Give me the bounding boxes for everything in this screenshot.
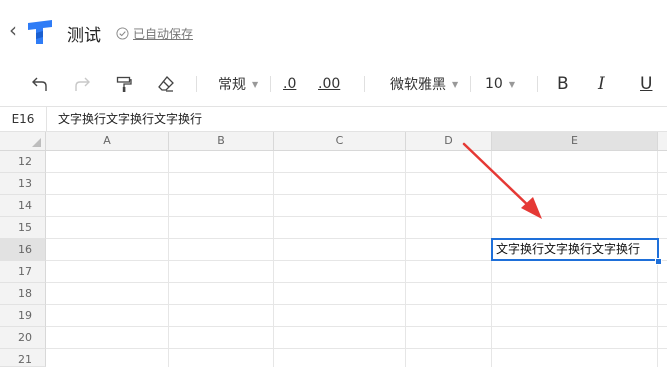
toolbar-divider — [470, 76, 471, 92]
undo-button[interactable] — [31, 73, 49, 95]
increase-decimal-button[interactable]: .00 — [318, 73, 340, 95]
document-title[interactable]: 测试 — [67, 21, 101, 46]
font-size-label: 10 — [485, 76, 503, 92]
toolbar-divider — [537, 76, 538, 92]
row-gridline — [46, 194, 667, 195]
caret-down-icon: ▼ — [252, 79, 259, 89]
spreadsheet-grid[interactable]: A B C D E 12 13 14 15 16 17 18 19 20 21 … — [0, 132, 667, 367]
column-header-e[interactable]: E — [492, 132, 658, 151]
fill-handle[interactable] — [655, 258, 662, 265]
decrease-decimal-label: .0 — [283, 76, 297, 92]
column-header-c[interactable]: C — [274, 132, 406, 151]
app-logo-icon[interactable] — [26, 19, 54, 45]
italic-label: I — [598, 74, 605, 94]
column-gridline — [273, 151, 274, 367]
format-painter-button[interactable] — [115, 73, 133, 95]
row-header-21[interactable]: 21 — [0, 349, 46, 367]
row-header-17[interactable]: 17 — [0, 261, 46, 283]
redo-icon — [75, 77, 90, 91]
caret-down-icon: ▼ — [452, 79, 459, 89]
row-gridline — [46, 216, 667, 217]
row-gridline — [46, 172, 667, 173]
italic-button[interactable]: I — [598, 73, 605, 95]
column-gridline — [168, 151, 169, 367]
check-circle-icon — [116, 27, 129, 40]
redo-button[interactable] — [73, 73, 91, 95]
row-gridline — [46, 304, 667, 305]
toolbar: 常规 ▼ .0 .00 微软雅黑 ▼ 10 ▼ B I U — [0, 62, 667, 107]
row-header-20[interactable]: 20 — [0, 327, 46, 349]
row-header-12[interactable]: 12 — [0, 151, 46, 173]
chevron-left-icon[interactable]: ‹ — [9, 20, 17, 40]
selected-cell-e16[interactable]: 文字换行文字换行文字换行 — [491, 238, 659, 261]
font-size-select[interactable]: 10 ▼ — [485, 73, 515, 95]
row-gridline — [46, 282, 667, 283]
row-header-13[interactable]: 13 — [0, 173, 46, 195]
column-header-a[interactable]: A — [46, 132, 169, 151]
toolbar-divider — [364, 76, 365, 92]
bold-button[interactable]: B — [557, 73, 569, 95]
toolbar-divider — [270, 76, 271, 92]
save-status-text: 已自动保存 — [133, 27, 194, 41]
row-header-16[interactable]: 16 — [0, 239, 46, 261]
undo-icon — [32, 77, 47, 91]
number-format-label: 常规 — [218, 77, 246, 93]
column-header-overflow — [658, 132, 667, 151]
font-family-select[interactable]: 微软雅黑 ▼ — [390, 73, 458, 95]
eraser-icon — [158, 76, 174, 92]
row-gridline — [46, 348, 667, 349]
number-format-select[interactable]: 常规 ▼ — [218, 73, 258, 95]
cell-reference[interactable]: E16 — [0, 107, 47, 131]
font-family-label: 微软雅黑 — [390, 77, 446, 93]
row-header-19[interactable]: 19 — [0, 305, 46, 327]
clear-format-button[interactable] — [157, 73, 175, 95]
bold-label: B — [557, 74, 569, 94]
increase-decimal-label: .00 — [318, 76, 341, 92]
save-status: 已自动保存 — [116, 25, 193, 42]
caret-down-icon: ▼ — [508, 79, 515, 89]
formula-content[interactable]: 文字换行文字换行文字换行 — [58, 107, 202, 131]
underline-label: U — [640, 74, 653, 94]
row-header-18[interactable]: 18 — [0, 283, 46, 305]
row-gridline — [46, 326, 667, 327]
row-header-14[interactable]: 14 — [0, 195, 46, 217]
title-bar: ‹ 测试 已自动保存 — [0, 0, 667, 63]
row-header-15[interactable]: 15 — [0, 217, 46, 239]
column-header-d[interactable]: D — [406, 132, 492, 151]
formula-bar: E16 文字换行文字换行文字换行 — [0, 107, 667, 132]
select-all-corner[interactable] — [0, 132, 46, 151]
underline-button[interactable]: U — [640, 73, 652, 95]
toolbar-divider — [196, 76, 197, 92]
decrease-decimal-button[interactable]: .0 — [283, 73, 296, 95]
column-gridline — [405, 151, 406, 367]
format-painter-icon — [116, 76, 132, 92]
corner-triangle-icon — [32, 138, 41, 147]
column-header-b[interactable]: B — [169, 132, 274, 151]
